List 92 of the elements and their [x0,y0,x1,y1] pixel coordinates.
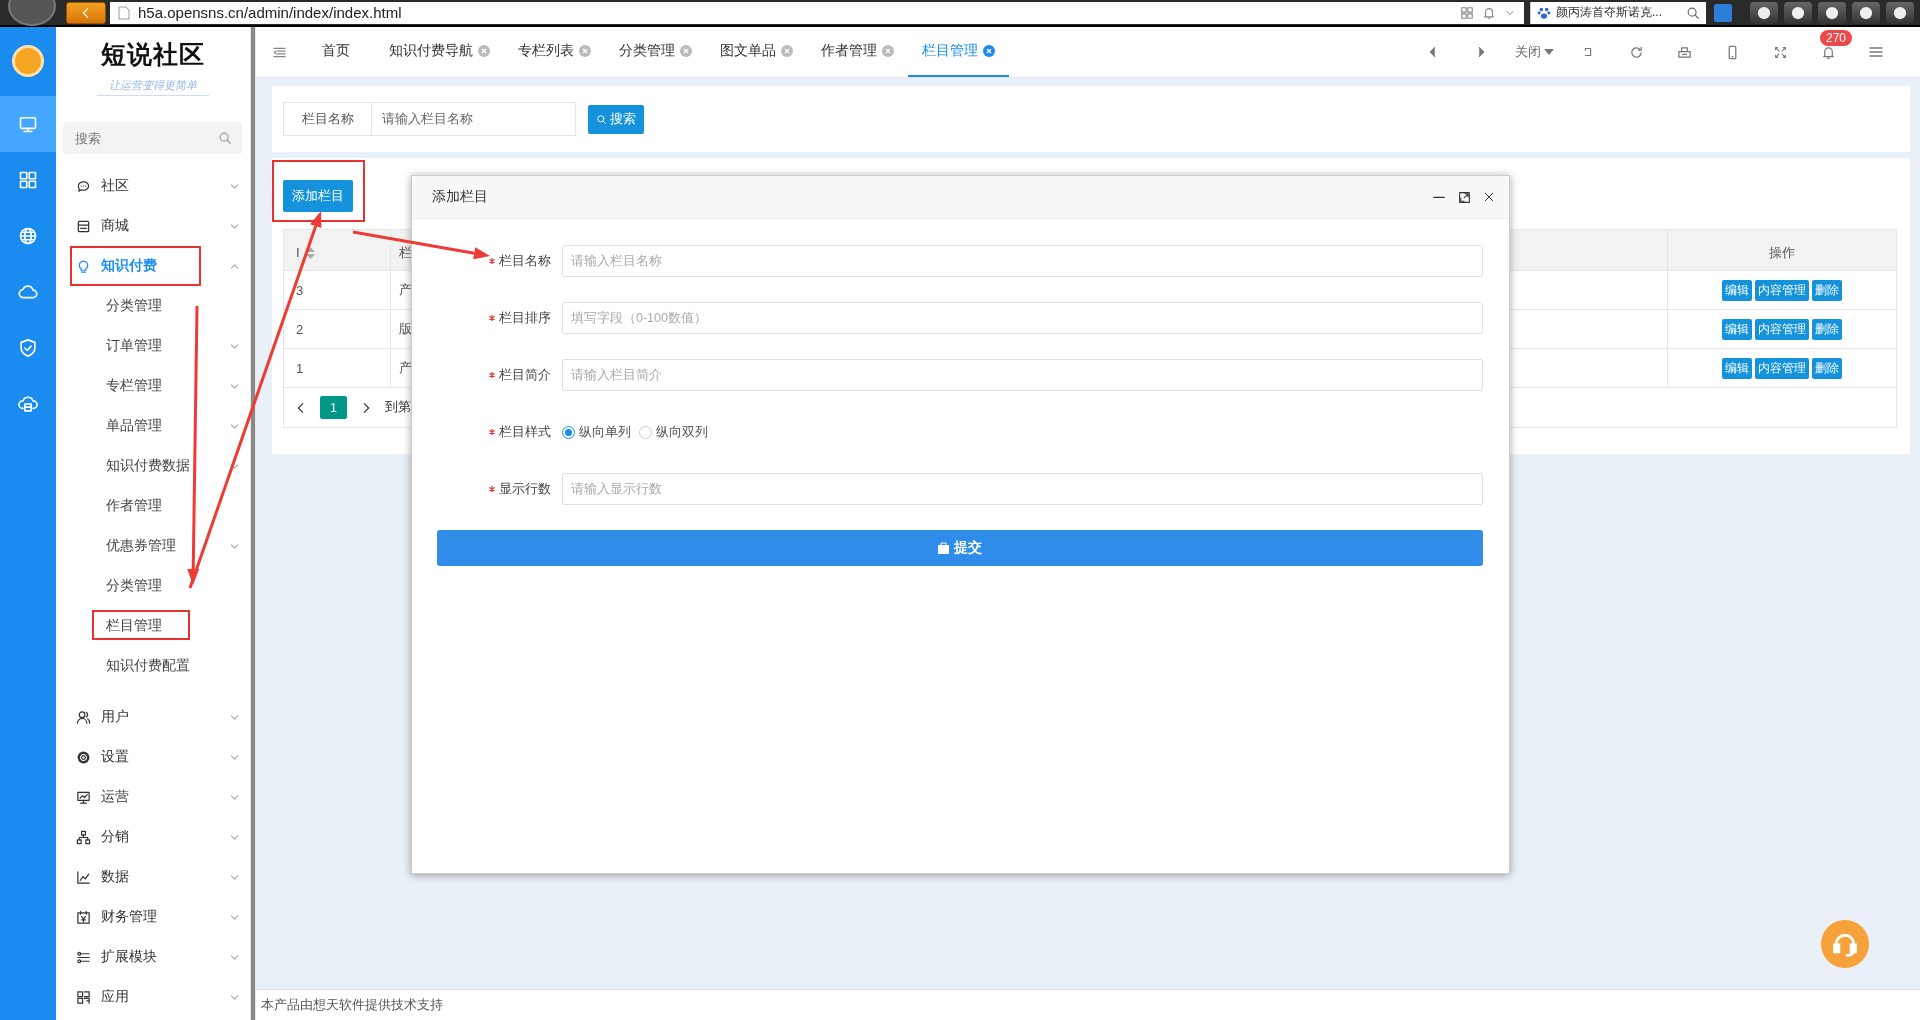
search-field[interactable]: 搜索 [63,122,242,154]
submenu-item[interactable]: 分类管理 [56,566,250,606]
table-cell: 2 [284,310,391,348]
radio-option[interactable]: 纵向双列 [639,423,708,441]
gear-icon [76,749,91,765]
input-field[interactable]: 请输入显示行数 [562,473,1483,505]
table-cell: 3 [284,271,391,309]
address-bar[interactable]: h5a.opensns.cn/admin/index/index.html [110,1,1524,24]
user-icon [76,709,91,725]
menu-item[interactable]: 财务管理 [56,897,250,937]
footer-text: 本产品由想天软件提供技术支持 [261,996,443,1014]
cloud-box-icon [18,394,38,414]
chat-bubble-icon [76,178,91,194]
store-icon [76,218,91,234]
globe-icon [18,226,38,246]
bag-icon [938,542,949,554]
field-label: 栏目排序 [437,309,562,327]
submenu-item[interactable]: 专栏管理 [56,366,250,406]
grid-icon [18,170,38,190]
close-icon[interactable] [1483,191,1495,203]
submenu-item[interactable]: 知识付费数据 [56,446,250,486]
rail-button[interactable] [0,96,56,152]
search-field[interactable]: 请输入栏目名称 [372,102,576,136]
search-icon [596,113,607,125]
search-icon [218,131,232,145]
column-header: 操作 [1768,243,1796,262]
submenu-item[interactable]: 知识付费配置 [56,646,250,686]
close-menu-button[interactable]: 关闭 [1505,43,1564,61]
refresh-icon[interactable] [1628,44,1644,60]
menu-item[interactable]: 商城 [56,206,250,246]
caret-icon [1544,49,1554,55]
fullscreen-icon[interactable] [1773,45,1787,59]
radio-option[interactable]: 纵向单列 [562,423,631,441]
submenu-item[interactable]: 栏目管理 [56,606,250,646]
submenu-item[interactable]: 分类管理 [56,286,250,326]
tab[interactable]: 专栏列表 [504,27,605,77]
menu-item[interactable]: 数据 [56,857,250,897]
field-label: 栏目简介 [437,366,562,384]
hierarchy-icon [76,829,91,845]
field-label: 栏目样式 [437,423,562,441]
field-label: 栏目名称 [437,252,562,270]
avatar[interactable] [12,45,44,77]
dialog-title: 添加栏目 [432,188,489,206]
presentation-icon [76,789,91,805]
menu-item[interactable]: 社区 [56,166,250,206]
input-field[interactable]: 请输入栏目简介 [562,359,1483,391]
submenu-item[interactable]: 单品管理 [56,406,250,446]
menu-item[interactable]: 分销 [56,817,250,857]
menu-item[interactable]: 设置 [56,737,250,777]
browser-search-field[interactable]: 颜丙涛首夺斯诺克... [1530,1,1706,24]
line-chart-icon [76,869,91,885]
tab[interactable]: 首页 [302,27,375,77]
table-cell: 1 [284,349,391,387]
monitor-icon [18,114,38,134]
submenu-item[interactable]: 订单管理 [56,326,250,366]
shield-icon [18,338,38,358]
tab[interactable]: 作者管理 [807,27,908,77]
column-header[interactable]: I [284,230,391,270]
tab[interactable]: 分类管理 [605,27,706,77]
menu-item[interactable]: 应用 [56,977,250,1017]
slogan-text: 让运营变得更简单 [97,78,209,96]
menu-item[interactable]: 用户 [56,697,250,737]
bell-icon[interactable] [1820,44,1836,60]
page-button[interactable]: 1 [320,396,347,419]
submenu-item[interactable]: 作者管理 [56,486,250,526]
apps-icon [76,989,91,1005]
search-icon[interactable] [1686,5,1700,20]
menu-icon[interactable] [1868,44,1884,60]
calendar-icon [76,909,91,925]
maximize-icon[interactable] [1458,190,1471,204]
light-bulb-icon [76,258,91,274]
input-field[interactable]: 填写字段（0-100数值） [562,302,1483,334]
field-label: 栏目名称 [283,102,372,136]
menu-item[interactable]: 运营 [56,777,250,817]
tab[interactable]: 图文单品 [706,27,807,77]
submenu-item[interactable]: 优惠券管理 [56,526,250,566]
scrollbar[interactable] [251,27,255,1020]
tab[interactable]: 知识付费导航 [375,27,504,77]
field-label: 显示行数 [437,480,562,498]
notification-badge: 270 [1820,29,1853,46]
paw-icon [1537,5,1551,20]
goto-label: 到第 [385,399,411,416]
search-text: 颜丙涛首夺斯诺克... [1556,4,1663,21]
logo-text: 短说社区 [101,39,205,70]
back-button[interactable] [66,1,106,24]
sliders-icon [76,949,91,965]
url-text: h5a.opensns.cn/admin/index/index.html [138,4,402,21]
input-field[interactable]: 请输入栏目名称 [562,245,1483,277]
printer-icon[interactable] [1676,44,1692,60]
page-icon [118,5,130,20]
menu-item[interactable]: 扩展模块 [56,937,250,977]
sort-icon[interactable] [305,246,315,259]
